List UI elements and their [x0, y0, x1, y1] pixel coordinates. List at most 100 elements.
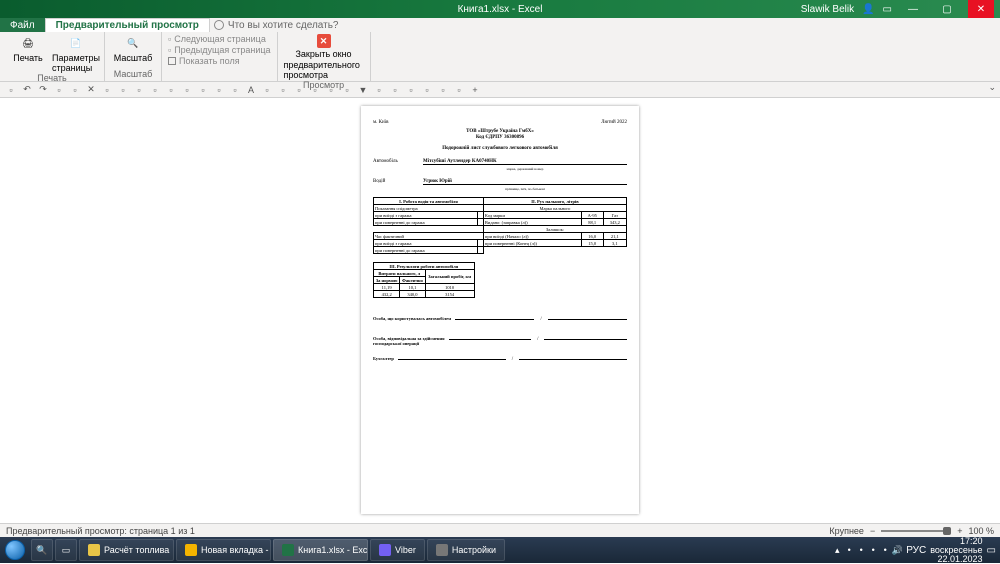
qat-icon[interactable]: ▫ — [214, 85, 224, 95]
bulb-icon — [214, 20, 224, 30]
zoom-larger-label[interactable]: Крупнее — [829, 526, 864, 536]
car-label: Автомобіль — [373, 159, 423, 164]
group-print-label: Печать — [6, 73, 98, 83]
close-icon: ✕ — [317, 34, 331, 48]
doc-title: Подорожній лист службового легкового авт… — [373, 146, 627, 151]
taskbar-item[interactable]: Новая вкладка - Go... — [176, 539, 271, 561]
tray-notification-icon[interactable]: ▭ — [987, 545, 996, 556]
collapse-ribbon-button[interactable]: ⌄ — [988, 82, 996, 93]
qat-icon[interactable]: ▫ — [422, 85, 432, 95]
qat-icon[interactable]: ✕ — [86, 85, 96, 95]
user-avatar[interactable]: 👤 — [862, 4, 874, 15]
start-button[interactable] — [0, 537, 30, 563]
qat-icon[interactable]: ▫ — [406, 85, 416, 95]
qat-icon[interactable]: ▫ — [182, 85, 192, 95]
qat-icon[interactable]: ▫ — [454, 85, 464, 95]
driver-label: Водій — [373, 179, 423, 184]
group-zoom-label: Масштаб — [111, 69, 155, 79]
quick-access-toolbar: ▫ ↶ ↷ ▫ ▫ ✕ ▫ ▫ ▫ ▫ ▫ ▫ ▫ ▫ ▫ A ▫ ▫ ▫ ▫ … — [0, 82, 1000, 98]
taskbar-item[interactable]: Viber — [370, 539, 425, 561]
system-tray: ▴ • • • • 🔊 РУС 17:20 воскресенье 22.01.… — [832, 537, 1000, 564]
qat-icon[interactable]: ▫ — [310, 85, 320, 95]
tellme-search[interactable]: Что вы хотите сделать? — [214, 20, 339, 31]
tray-lang[interactable]: РУС — [906, 545, 926, 556]
qat-icon[interactable]: ▫ — [230, 85, 240, 95]
city-label: м. Київ — [373, 120, 388, 125]
qat-undo-icon[interactable]: ↶ — [22, 85, 32, 95]
tray-icon[interactable]: • — [856, 545, 866, 555]
qat-icon[interactable]: ▫ — [118, 85, 128, 95]
maximize-button[interactable]: ▢ — [934, 0, 960, 18]
app-title: Книга1.xlsx - Excel — [458, 4, 543, 15]
explorer-button[interactable]: ▭ — [55, 539, 77, 561]
driver-value: Угрюк Юрій — [423, 179, 627, 185]
qat-save-icon[interactable]: ▫ — [6, 85, 16, 95]
window-icon[interactable]: ▭ — [883, 4, 892, 15]
company-code: Код ЄДРПУ 36300896 — [373, 135, 627, 140]
tab-print-preview[interactable]: Предварительный просмотр — [45, 18, 210, 32]
tray-icon[interactable]: • — [844, 545, 854, 555]
ribbon-tabs: Файл Предварительный просмотр Что вы хот… — [0, 18, 1000, 32]
zoom-in-button[interactable]: + — [957, 526, 962, 536]
page-icon: ▫ — [168, 45, 171, 55]
user-name[interactable]: Slawik Belik — [801, 4, 854, 15]
print-button[interactable]: 🖨 Печать — [6, 34, 50, 63]
status-page-info: Предварительный просмотр: страница 1 из … — [6, 526, 195, 536]
month-label: Лютий 2022 — [601, 120, 627, 125]
prev-page-button: ▫Предыдущая страница — [168, 45, 271, 55]
qat-icon[interactable]: ▫ — [54, 85, 64, 95]
qat-redo-icon[interactable]: ↷ — [38, 85, 48, 95]
qat-icon[interactable]: ▫ — [102, 85, 112, 95]
qat-icon[interactable]: A — [246, 85, 256, 95]
qat-icon[interactable]: ▫ — [198, 85, 208, 95]
table-main: І. Робота водія та автомобіляІІ. Рух пал… — [373, 197, 627, 254]
close-button[interactable]: ✕ — [968, 0, 994, 18]
title-bar: Книга1.xlsx - Excel Slawik Belik 👤 ▭ — ▢… — [0, 0, 1000, 18]
taskbar-item[interactable]: Книга1.xlsx - Excel — [273, 539, 368, 561]
page-icon: ▫ — [168, 34, 171, 44]
next-page-button: ▫Следующая страница — [168, 34, 271, 44]
search-button[interactable]: 🔍 — [31, 539, 53, 561]
qat-icon[interactable]: ▫ — [70, 85, 80, 95]
tray-icon[interactable]: 🔊 — [892, 545, 902, 555]
tab-file[interactable]: Файл — [0, 18, 45, 32]
taskbar-item[interactable]: Настройки — [427, 539, 505, 561]
page-setup-icon: 📄 — [67, 34, 85, 52]
qat-icon[interactable]: ▫ — [262, 85, 272, 95]
tray-clock[interactable]: 17:20 воскресенье 22.01.2023 — [930, 537, 982, 564]
qat-icon[interactable]: ▫ — [326, 85, 336, 95]
printer-icon: 🖨 — [19, 34, 37, 52]
zoom-slider[interactable] — [881, 530, 951, 532]
ribbon: 🖨 Печать 📄 Параметры страницы Печать 🔍 М… — [0, 32, 1000, 82]
zoom-out-button[interactable]: − — [870, 526, 875, 536]
table-results: ІІІ. Результати роботи автомобіля Витрат… — [373, 262, 475, 298]
minimize-button[interactable]: — — [900, 0, 926, 18]
qat-icon[interactable]: ▫ — [150, 85, 160, 95]
qat-icon[interactable]: ▫ — [134, 85, 144, 95]
tellme-label: Что вы хотите сделать? — [228, 20, 339, 31]
qat-icon[interactable]: ▫ — [278, 85, 288, 95]
qat-icon[interactable]: ▫ — [342, 85, 352, 95]
qat-icon[interactable]: ▫ — [390, 85, 400, 95]
tray-icon[interactable]: • — [868, 545, 878, 555]
close-preview-button[interactable]: ✕ Закрыть окно предварительного просмотр… — [284, 34, 364, 80]
car-value: Мітсубіші Аутлендер КА0740НК — [423, 159, 627, 165]
taskbar-item[interactable]: Расчёт топлива — [79, 539, 174, 561]
show-margins-checkbox[interactable]: Показать поля — [168, 56, 271, 66]
qat-icon[interactable]: ▫ — [438, 85, 448, 95]
qat-icon[interactable]: ▫ — [294, 85, 304, 95]
zoom-level[interactable]: 100 % — [968, 526, 994, 536]
page-setup-button[interactable]: 📄 Параметры страницы — [54, 34, 98, 73]
taskbar: 🔍 ▭ Расчёт топлива Новая вкладка - Go...… — [0, 537, 1000, 563]
preview-area: м. Київ Лютий 2022 ТОВ «Штрубе Україна Г… — [0, 98, 1000, 523]
qat-filter-icon[interactable]: ▼ — [358, 85, 368, 95]
checkbox-icon — [168, 57, 176, 65]
tray-icon[interactable]: • — [880, 545, 890, 555]
tray-icon[interactable]: ▴ — [832, 545, 842, 555]
zoom-button[interactable]: 🔍 Масштаб — [111, 34, 155, 63]
qat-icon[interactable]: ▫ — [166, 85, 176, 95]
zoom-icon: 🔍 — [124, 34, 142, 52]
qat-icon[interactable]: + — [470, 85, 480, 95]
company-name: ТОВ «Штрубе Україна ГмбХ» — [373, 129, 627, 134]
qat-icon[interactable]: ▫ — [374, 85, 384, 95]
